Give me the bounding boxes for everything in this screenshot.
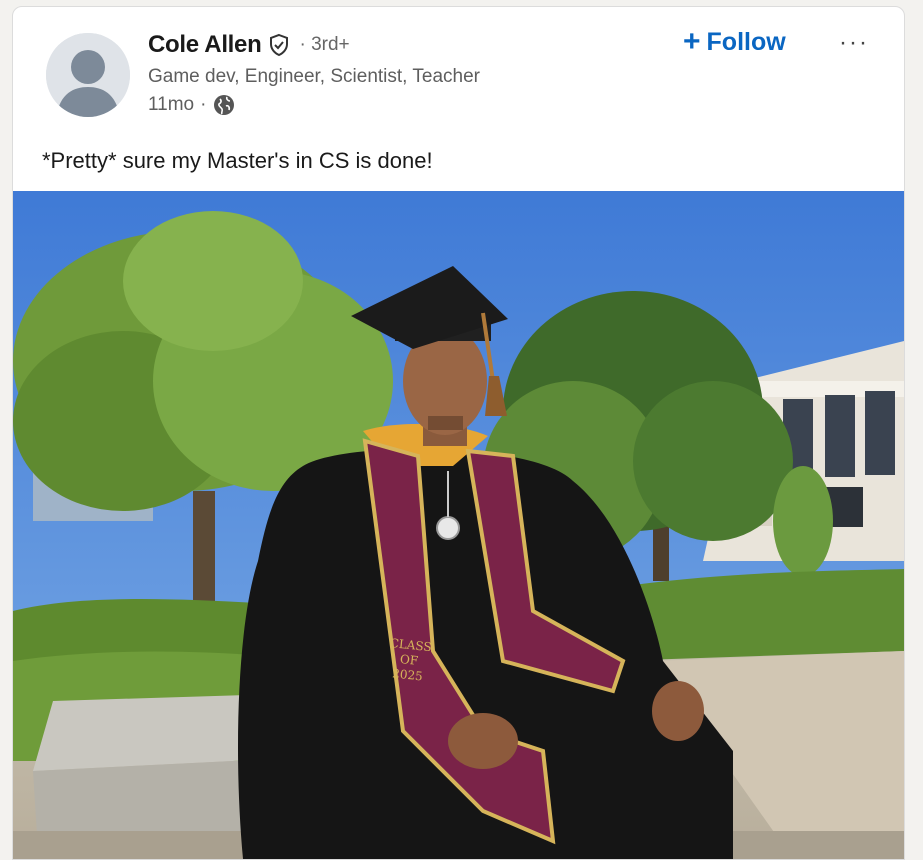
more-options-button[interactable]: ··· xyxy=(839,29,869,57)
feed-post-card: Cole Allen · 3rd+ Game dev, Engineer, Sc… xyxy=(12,6,905,860)
post-meta: 11mo · xyxy=(148,93,236,117)
post-time: 11mo xyxy=(148,94,195,115)
graduation-photo-illustration xyxy=(13,191,904,859)
author-name-row: Cole Allen · 3rd+ xyxy=(148,31,350,59)
globe-icon xyxy=(212,93,236,117)
meta-separator: · xyxy=(200,94,207,115)
author-name[interactable]: Cole Allen xyxy=(148,31,262,59)
follow-button[interactable]: + Follow xyxy=(683,27,786,57)
post-commentary: *Pretty* sure my Master's in CS is done! xyxy=(42,148,433,173)
follow-label: Follow xyxy=(706,27,786,56)
author-avatar[interactable] xyxy=(46,33,130,117)
author-headline: Game dev, Engineer, Scientist, Teacher xyxy=(148,66,480,87)
plus-icon: + xyxy=(683,25,701,58)
connection-degree: · 3rd+ xyxy=(299,34,350,55)
verified-shield-icon xyxy=(267,33,291,57)
default-person-icon xyxy=(46,33,130,117)
post-photo[interactable]: CLASS OF 2025 xyxy=(13,191,904,859)
sash-text: CLASS OF 2025 xyxy=(386,636,432,685)
